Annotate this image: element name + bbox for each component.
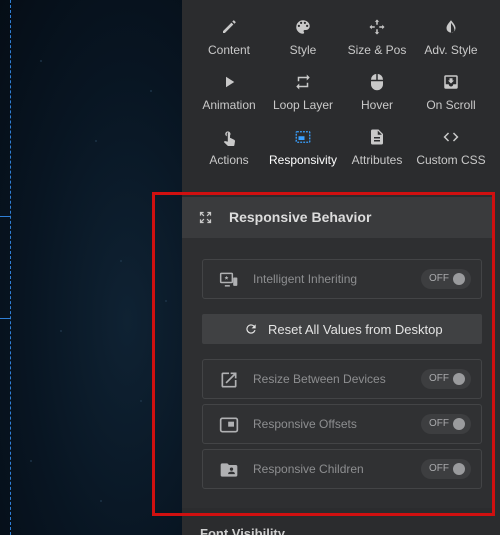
document-icon bbox=[337, 128, 417, 150]
touch-icon bbox=[189, 128, 269, 150]
tab-label: Style bbox=[289, 43, 317, 57]
guide-marker-top bbox=[0, 216, 10, 217]
tab-label: Loop Layer bbox=[272, 98, 334, 112]
tab-actions[interactable]: Actions bbox=[189, 128, 269, 180]
tab-loop-layer[interactable]: Loop Layer bbox=[263, 73, 343, 125]
responsive-screen-icon bbox=[263, 128, 343, 150]
vertical-guide-line bbox=[10, 0, 11, 535]
font-visibility-header[interactable]: Font Visibility bbox=[200, 526, 285, 535]
tab-attributes[interactable]: Attributes bbox=[337, 128, 417, 180]
guide-marker-bottom bbox=[0, 318, 10, 319]
highlight-box bbox=[152, 192, 495, 516]
tab-label: Actions bbox=[209, 153, 249, 167]
loop-icon bbox=[263, 73, 343, 95]
tab-style[interactable]: Style bbox=[263, 18, 343, 70]
tab-label: Responsivity bbox=[268, 153, 338, 167]
pencil-icon bbox=[189, 18, 269, 40]
tab-hover[interactable]: Hover bbox=[337, 73, 417, 125]
tab-label: On Scroll bbox=[426, 98, 476, 112]
tab-adv-style[interactable]: Adv. Style bbox=[411, 18, 491, 70]
palette-icon bbox=[263, 18, 343, 40]
tab-label: Content bbox=[207, 43, 251, 57]
tab-label: Size & Pos bbox=[347, 43, 407, 57]
tab-label: Custom CSS bbox=[416, 153, 486, 167]
tab-label: Adv. Style bbox=[424, 43, 478, 57]
tab-on-scroll[interactable]: On Scroll bbox=[411, 73, 491, 125]
tab-label: Hover bbox=[360, 98, 393, 112]
tab-label: Attributes bbox=[351, 153, 403, 167]
tab-custom-css[interactable]: Custom CSS bbox=[411, 128, 491, 180]
tab-animation[interactable]: Animation bbox=[189, 73, 269, 125]
tab-responsivity[interactable]: Responsivity bbox=[263, 128, 343, 180]
contrast-icon bbox=[411, 18, 491, 40]
move-arrows-icon bbox=[337, 18, 417, 40]
mouse-icon bbox=[337, 73, 417, 95]
tab-size-pos[interactable]: Size & Pos bbox=[337, 18, 417, 70]
scroll-download-icon bbox=[411, 73, 491, 95]
tab-label: Animation bbox=[202, 98, 256, 112]
play-icon bbox=[189, 73, 269, 95]
code-brackets-icon bbox=[411, 128, 491, 150]
tab-content[interactable]: Content bbox=[189, 18, 269, 70]
